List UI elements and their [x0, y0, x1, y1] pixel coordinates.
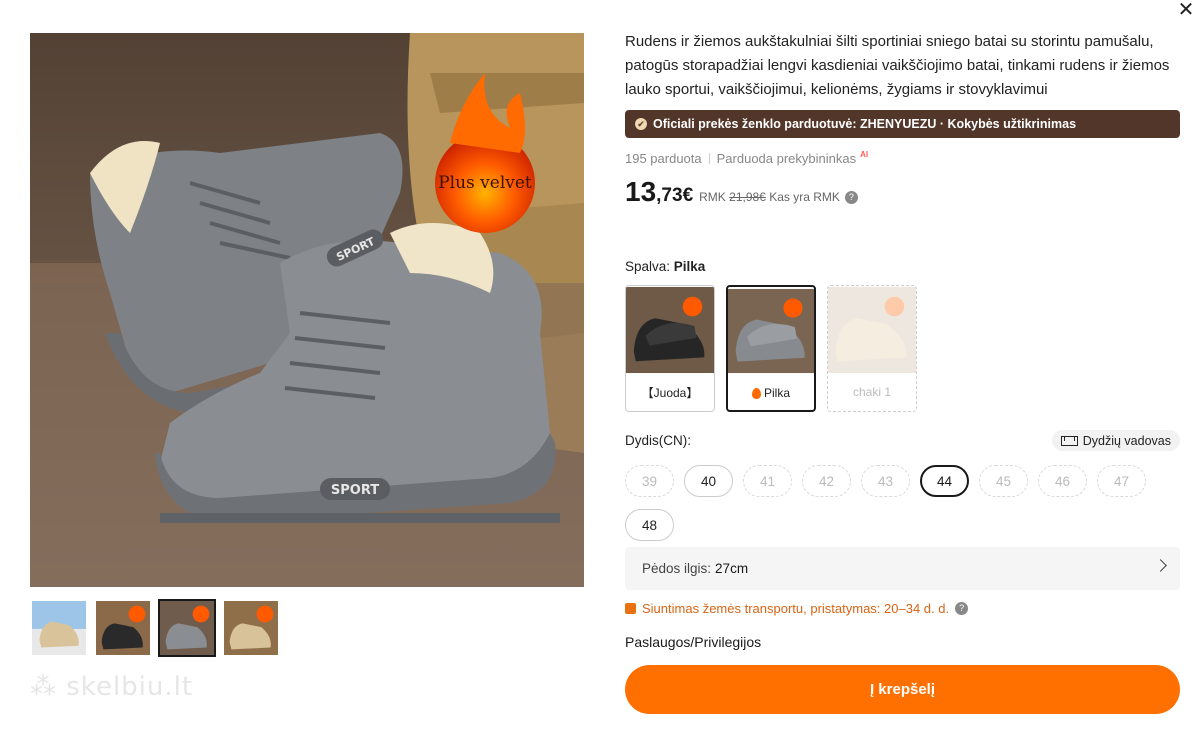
size-option-46[interactable]: 46 — [1038, 465, 1087, 497]
chevron-right-icon — [1154, 559, 1167, 572]
help-icon[interactable]: ? — [844, 191, 858, 204]
ai-tag: AI — [860, 150, 869, 159]
product-info: Rudens ir žiemos aukštakulniai šilti spo… — [625, 30, 1180, 714]
seller-type: Parduoda prekybininkas — [716, 151, 857, 166]
price-decimal: ,73€ — [656, 185, 694, 206]
color-option-label: chaki 1 — [852, 385, 892, 399]
price-row: 13 ,73€ RMK 21,98€ Kas yra RMK ? — [625, 176, 1180, 208]
color-option-black[interactable]: 【Juoda】 — [625, 285, 715, 412]
truck-icon — [625, 603, 636, 614]
store-badge[interactable]: ✔ Oficiali prekės ženklo parduotuvė: ZHE… — [625, 110, 1180, 138]
size-option-39[interactable]: 39 — [625, 465, 674, 497]
size-option-42[interactable]: 42 — [802, 465, 851, 497]
close-icon[interactable]: ✕ — [1176, 0, 1196, 20]
size-label: Dydis(CN): — [625, 433, 691, 448]
verified-icon: ✔ — [635, 118, 647, 130]
divider — [708, 153, 710, 164]
thumbnail-strip — [30, 599, 280, 657]
flame-icon — [751, 387, 761, 399]
size-option-43[interactable]: 43 — [861, 465, 910, 497]
foot-length-value: 27cm — [715, 561, 749, 576]
size-guide-button[interactable]: Dydžių vadovas — [1051, 430, 1180, 451]
shipping-info: Siuntimas žemės transportu, pristatymas:… — [625, 601, 969, 616]
color-option-grey[interactable]: Pilka — [726, 285, 816, 412]
store-badge-text: Oficiali prekės ženklo parduotuvė: ZHENY… — [653, 117, 1077, 131]
thumbnail-4[interactable] — [222, 599, 280, 657]
size-option-44[interactable]: 44 — [920, 465, 969, 497]
color-label: Spalva: Pilka — [625, 259, 706, 274]
foot-length-label: Pėdos ilgis: — [642, 561, 712, 576]
thumbnail-1[interactable] — [30, 599, 88, 657]
color-option-label: Pilka — [728, 375, 814, 410]
size-option-45[interactable]: 45 — [979, 465, 1028, 497]
size-option-41[interactable]: 41 — [743, 465, 792, 497]
sport-text: SPORT — [331, 483, 379, 498]
color-option-khaki[interactable]: chaki 1 — [827, 285, 917, 412]
size-option-40[interactable]: 40 — [684, 465, 733, 497]
price-integer: 13 — [625, 176, 657, 207]
help-icon[interactable]: ? — [955, 602, 969, 615]
plus-velvet-badge: Plus velvet — [438, 173, 532, 193]
sold-count: 195 parduota — [625, 151, 702, 166]
product-title: Rudens ir žiemos aukštakulniai šilti spo… — [625, 33, 1170, 98]
add-to-cart-button[interactable]: Į krepšelį — [625, 665, 1180, 714]
size-option-47[interactable]: 47 — [1097, 465, 1146, 497]
services-heading: Paslaugos/Privilegijos — [625, 634, 762, 650]
ruler-icon — [1060, 435, 1078, 446]
size-options: 39 40 41 42 43 44 45 46 47 48 — [625, 465, 1180, 541]
color-options: 【Juoda】 Pilka chaki 1 — [625, 285, 917, 412]
main-product-image: SPORT SPORT Plus velvet — [30, 33, 584, 587]
thumbnail-3[interactable] — [158, 599, 216, 657]
watermark: ⁂ skelbiu.lt — [30, 672, 194, 702]
size-option-48[interactable]: 48 — [625, 509, 674, 541]
foot-length-row[interactable]: Pėdos ilgis: 27cm — [625, 547, 1180, 590]
shipping-text: Siuntimas žemės transportu, pristatymas:… — [642, 601, 950, 616]
sales-info: 195 parduota Parduoda prekybininkas AI — [625, 150, 1180, 166]
thumbnail-2[interactable] — [94, 599, 152, 657]
old-price: RMK 21,98€ Kas yra RMK — [699, 190, 840, 204]
color-option-label: 【Juoda】 — [641, 385, 699, 400]
